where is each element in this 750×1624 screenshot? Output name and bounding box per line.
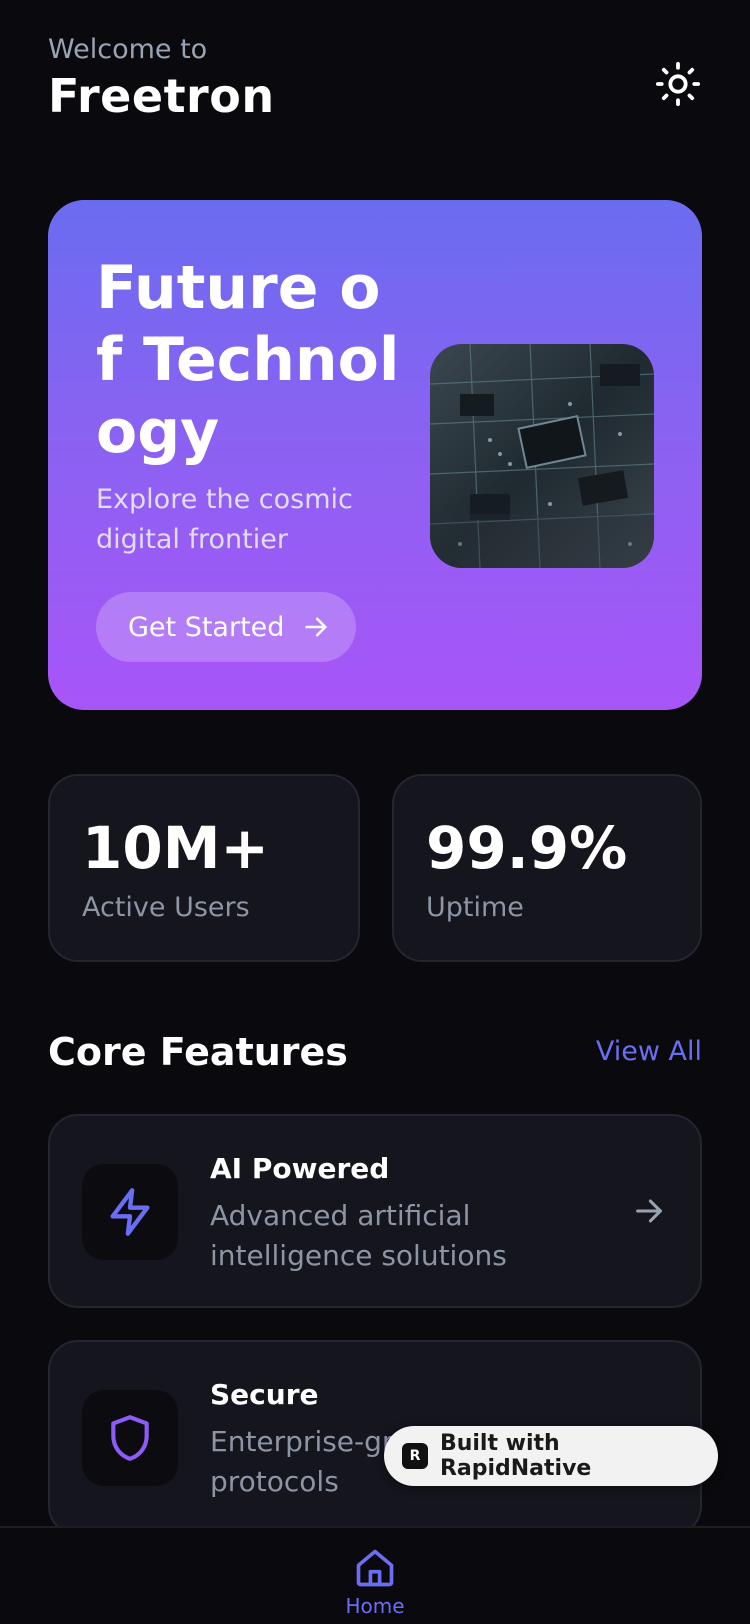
view-all-link[interactable]: View All bbox=[596, 1036, 702, 1067]
home-icon bbox=[356, 1549, 394, 1587]
rapidnative-badge[interactable]: R Built with RapidNative bbox=[384, 1426, 718, 1486]
welcome-text: Welcome to bbox=[48, 34, 208, 65]
feature-title: AI Powered bbox=[210, 1152, 390, 1185]
rapidnative-logo-icon: R bbox=[402, 1443, 428, 1469]
feature-icon-container bbox=[82, 1390, 178, 1486]
stat-card-uptime: 99.9% Uptime bbox=[392, 774, 702, 962]
shield-icon bbox=[111, 1415, 149, 1461]
badge-label: Built with RapidNative bbox=[439, 1431, 592, 1481]
stat-value: 10M+ bbox=[82, 814, 270, 882]
feature-title: Secure bbox=[210, 1378, 319, 1411]
circuit-board-image bbox=[430, 344, 654, 568]
get-started-button[interactable]: Get Started bbox=[96, 592, 356, 662]
theme-toggle-button[interactable] bbox=[654, 60, 702, 108]
arrow-right-icon bbox=[636, 1199, 662, 1223]
tab-home-label: Home bbox=[345, 1594, 405, 1618]
feature-card-ai-powered[interactable]: AI Powered Advanced artificial intellige… bbox=[48, 1114, 702, 1308]
app-title: Freetron bbox=[48, 69, 275, 123]
sun-icon bbox=[655, 61, 701, 107]
hero-subtitle: Explore the cosmic digital frontier bbox=[96, 484, 353, 555]
hero-title: Future of Technology bbox=[96, 253, 400, 467]
stat-label: Uptime bbox=[426, 892, 524, 923]
header: Welcome to Freetron bbox=[48, 34, 702, 134]
stat-card-users: 10M+ Active Users bbox=[48, 774, 360, 962]
stat-label: Active Users bbox=[82, 892, 250, 923]
stat-value: 99.9% bbox=[426, 814, 628, 882]
tab-home[interactable]: Home bbox=[340, 1546, 410, 1624]
get-started-label: Get Started bbox=[128, 611, 285, 643]
feature-icon-container bbox=[82, 1164, 178, 1260]
bottom-tab-bar: Home bbox=[0, 1526, 750, 1624]
lightning-icon bbox=[110, 1188, 150, 1236]
arrow-right-icon bbox=[305, 617, 328, 637]
feature-description: Advanced artificial intelligence solutio… bbox=[210, 1199, 507, 1272]
section-title: Core Features bbox=[48, 1030, 348, 1074]
hero-card: Future of Technology Explore the cosmic … bbox=[48, 200, 702, 710]
